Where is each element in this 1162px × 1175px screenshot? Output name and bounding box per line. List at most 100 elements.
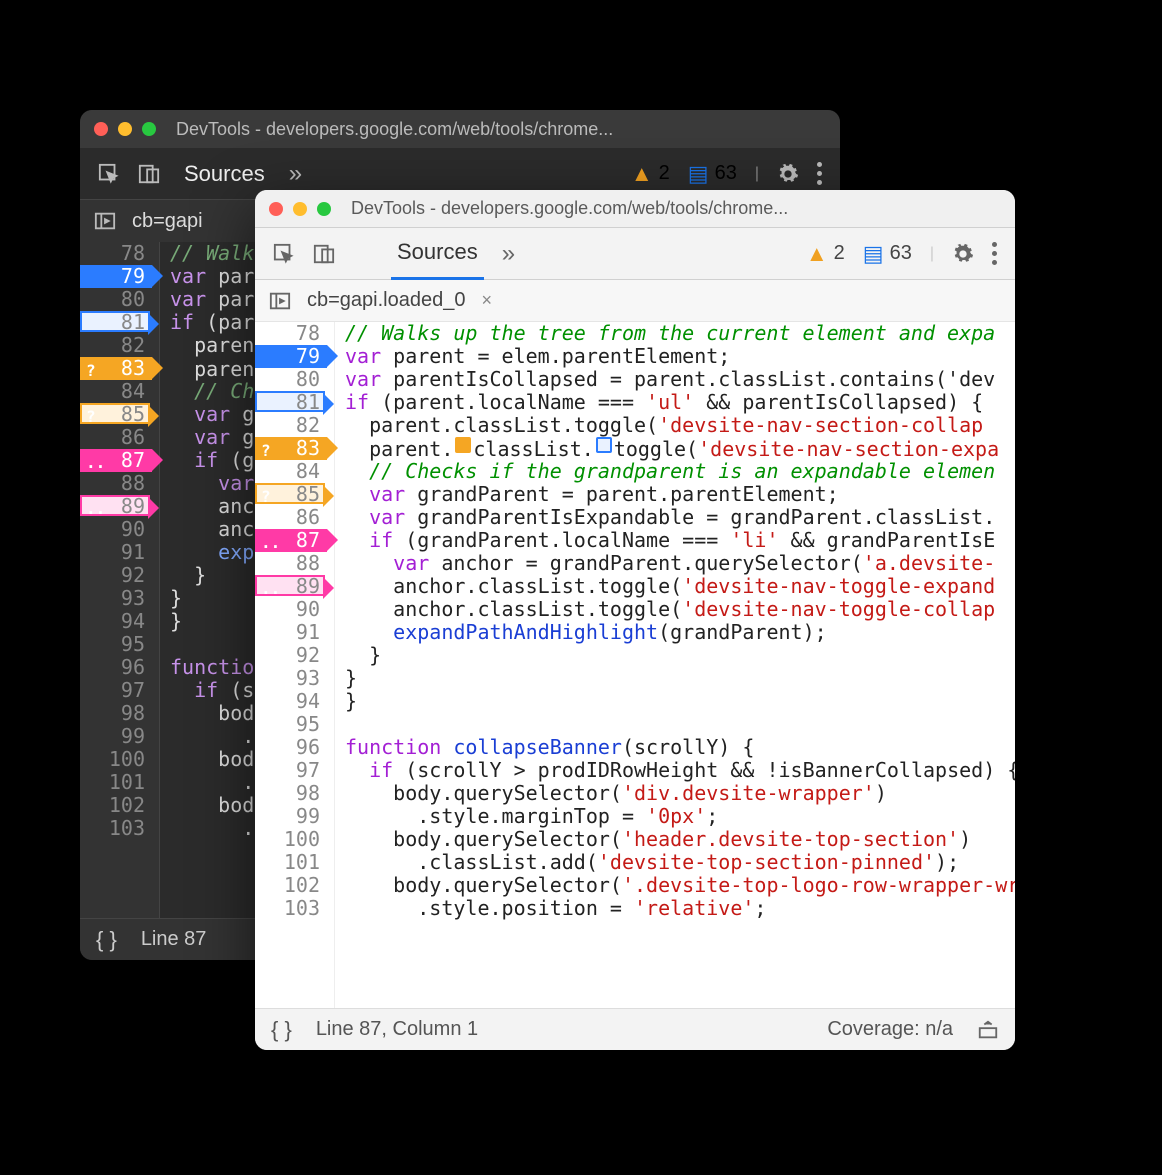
tab-sources[interactable]: Sources (391, 227, 484, 280)
line-number[interactable]: 89 (296, 574, 326, 598)
more-tabs-icon[interactable]: » (502, 240, 515, 268)
line-number[interactable]: 83 (296, 436, 326, 460)
kebab-menu-icon[interactable] (992, 242, 997, 265)
gear-icon[interactable] (952, 243, 974, 265)
line-number[interactable]: 91 (296, 620, 326, 644)
line-number[interactable]: 99 (296, 804, 326, 828)
inspect-icon[interactable] (273, 243, 295, 265)
line-number[interactable]: 87 (121, 448, 151, 472)
line-number[interactable]: 89 (121, 494, 151, 518)
line-number[interactable]: 102 (284, 873, 326, 897)
line-number[interactable]: 91 (121, 540, 151, 564)
pretty-print-icon[interactable]: { } (271, 1017, 292, 1043)
code-line[interactable]: if (scrollY > prodIDRowHeight && !isBann… (345, 759, 1015, 782)
maximize-window-button[interactable] (142, 122, 156, 136)
inline-breakpoint-icon[interactable] (596, 437, 612, 453)
line-number[interactable]: 80 (296, 367, 326, 391)
code-line[interactable]: parent.classList.toggle('devsite-nav-sec… (345, 414, 1015, 437)
code-line[interactable]: body.querySelector('div.devsite-wrapper'… (345, 782, 1015, 805)
pretty-print-icon[interactable]: { } (96, 927, 117, 953)
line-number[interactable]: 84 (121, 379, 151, 403)
code-line[interactable]: } (345, 667, 1015, 690)
line-number[interactable]: 78 (121, 242, 151, 265)
line-number[interactable]: 97 (296, 758, 326, 782)
line-number[interactable]: 93 (296, 666, 326, 690)
code-line[interactable]: var parentIsCollapsed = parent.classList… (345, 368, 1015, 391)
code-line[interactable]: anchor.classList.toggle('devsite-nav-tog… (345, 575, 1015, 598)
minimize-window-button[interactable] (293, 202, 307, 216)
code-line[interactable]: parent.classList.toggle('devsite-nav-sec… (345, 437, 1015, 460)
line-number[interactable]: 94 (121, 609, 151, 633)
inspect-icon[interactable] (98, 163, 120, 185)
debugger-pane-icon[interactable] (269, 290, 291, 312)
line-number[interactable]: 78 (296, 322, 326, 345)
line-number[interactable]: 85 (296, 482, 326, 506)
code-line[interactable]: // Walks up the tree from the current el… (345, 322, 1015, 345)
line-number[interactable]: 98 (296, 781, 326, 805)
code-line[interactable]: var grandParent = parent.parentElement; (345, 483, 1015, 506)
line-number[interactable]: 81 (121, 310, 151, 334)
code-editor[interactable]: 7879808182?8384?8586..8788..899091929394… (255, 322, 1015, 1008)
line-number[interactable]: 102 (109, 793, 151, 817)
line-number[interactable]: 88 (121, 471, 151, 495)
drawer-toggle-icon[interactable] (977, 1019, 999, 1041)
line-number[interactable]: 82 (121, 333, 151, 357)
debugger-pane-icon[interactable] (94, 210, 116, 232)
code-line[interactable]: var parent = elem.parentElement; (345, 345, 1015, 368)
line-number[interactable]: 94 (296, 689, 326, 713)
line-number[interactable]: 79 (296, 344, 326, 368)
line-number[interactable]: 90 (296, 597, 326, 621)
code-line[interactable]: var anchor = grandParent.querySelector('… (345, 552, 1015, 575)
more-tabs-icon[interactable]: » (289, 160, 302, 188)
code-line[interactable]: var grandParentIsExpandable = grandParen… (345, 506, 1015, 529)
messages-indicator[interactable]: ▤63 (863, 241, 912, 267)
code-line[interactable]: // Checks if the grandparent is an expan… (345, 460, 1015, 483)
code-line[interactable]: } (345, 690, 1015, 713)
line-number[interactable]: 98 (121, 701, 151, 725)
device-toggle-icon[interactable] (313, 243, 335, 265)
maximize-window-button[interactable] (317, 202, 331, 216)
line-number[interactable]: 96 (121, 655, 151, 679)
line-number[interactable]: 95 (296, 712, 326, 736)
code-line[interactable]: body.querySelector('.devsite-top-logo-ro… (345, 874, 1015, 897)
code-line[interactable]: .classList.add('devsite-top-section-pinn… (345, 851, 1015, 874)
line-number[interactable]: 83 (121, 356, 151, 380)
code-line[interactable]: expandPathAndHighlight(grandParent); (345, 621, 1015, 644)
code-line[interactable]: if (parent.localName === 'ul' && parentI… (345, 391, 1015, 414)
tab-sources[interactable]: Sources (178, 149, 271, 199)
close-window-button[interactable] (94, 122, 108, 136)
line-number[interactable]: 84 (296, 459, 326, 483)
line-number[interactable]: 103 (284, 896, 326, 920)
device-toggle-icon[interactable] (138, 163, 160, 185)
line-number[interactable]: 88 (296, 551, 326, 575)
code-line[interactable]: if (grandParent.localName === 'li' && gr… (345, 529, 1015, 552)
code-line[interactable]: .style.position = 'relative'; (345, 897, 1015, 920)
line-number[interactable]: 92 (296, 643, 326, 667)
code-line[interactable]: function collapseBanner(scrollY) { (345, 736, 1015, 759)
code-line[interactable]: .style.marginTop = '0px'; (345, 805, 1015, 828)
line-number[interactable]: 86 (296, 505, 326, 529)
warnings-indicator[interactable]: ▲2 (631, 161, 670, 187)
code-line[interactable]: body.querySelector('header.devsite-top-s… (345, 828, 1015, 851)
line-number[interactable]: 79 (121, 264, 151, 288)
kebab-menu-icon[interactable] (817, 162, 822, 185)
close-tab-icon[interactable]: × (481, 290, 492, 311)
line-number[interactable]: 82 (296, 413, 326, 437)
gear-icon[interactable] (777, 163, 799, 185)
line-number[interactable]: 81 (296, 390, 326, 414)
line-number[interactable]: 101 (109, 770, 151, 794)
line-number[interactable]: 86 (121, 425, 151, 449)
file-tab[interactable]: cb=gapi (132, 210, 203, 233)
line-number[interactable]: 85 (121, 402, 151, 426)
line-number[interactable]: 80 (121, 287, 151, 311)
close-window-button[interactable] (269, 202, 283, 216)
line-number[interactable]: 99 (121, 724, 151, 748)
line-number[interactable]: 87 (296, 528, 326, 552)
line-number[interactable]: 100 (109, 747, 151, 771)
line-number[interactable]: 103 (109, 816, 151, 840)
line-number[interactable]: 97 (121, 678, 151, 702)
line-number[interactable]: 93 (121, 586, 151, 610)
line-number[interactable]: 101 (284, 850, 326, 874)
code-line[interactable]: anchor.classList.toggle('devsite-nav-tog… (345, 598, 1015, 621)
warnings-indicator[interactable]: ▲2 (806, 241, 845, 267)
